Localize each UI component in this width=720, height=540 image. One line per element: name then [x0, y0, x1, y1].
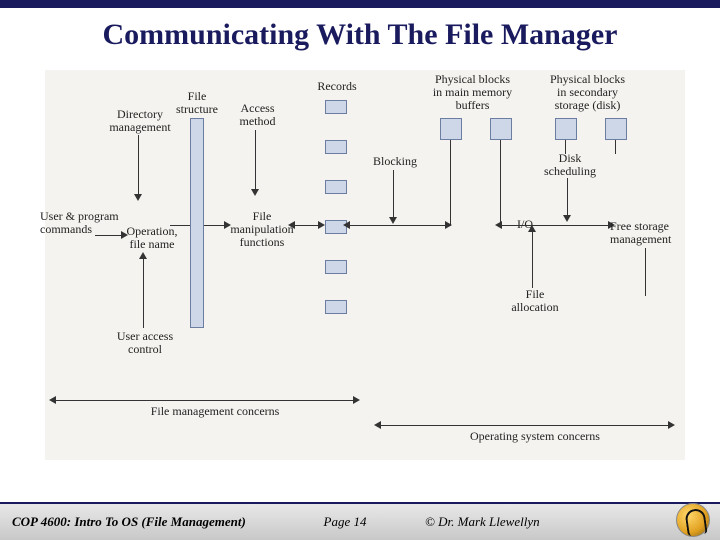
record-box-3 [325, 180, 347, 194]
label-free-storage: Free storagemanagement [610, 220, 690, 246]
os-concerns-line [380, 425, 670, 426]
disk-sched-vline1 [565, 140, 566, 154]
buf-vline-2 [500, 140, 501, 226]
hline-5-arrow-l [343, 221, 350, 229]
hline-4-arrow-r [318, 221, 325, 229]
uac-vline [143, 258, 144, 328]
free-vline [645, 248, 646, 296]
hline-6-arrow-l [495, 221, 502, 229]
buffer-box-1 [440, 118, 462, 140]
diagram-area: Directorymanagement Filestructure Access… [45, 70, 685, 460]
disk-sched-arrow [563, 215, 571, 222]
file-structure-bar [190, 118, 204, 328]
file-alloc-arrow [528, 225, 536, 232]
footer-page: Page 14 [295, 514, 395, 530]
label-user-access: User accesscontrol [105, 330, 185, 356]
footer-course: COP 4600: Intro To OS (File Management) [12, 514, 295, 530]
record-box-2 [325, 140, 347, 154]
label-records: Records [307, 80, 367, 93]
label-op-fname: Operation,file name [117, 225, 187, 251]
record-box-1 [325, 100, 347, 114]
disk-box-1 [555, 118, 577, 140]
label-disk-sched: Diskscheduling [535, 152, 605, 178]
buf-vline-1 [450, 140, 451, 226]
label-file-alloc: Fileallocation [500, 288, 570, 314]
uac-arrow [139, 252, 147, 259]
blocking-vline [393, 170, 394, 218]
record-box-5 [325, 260, 347, 274]
label-phys-sec: Physical blocksin secondarystorage (disk… [535, 73, 640, 113]
blocking-arrow [389, 217, 397, 224]
label-file-manip: Filemanipulationfunctions [223, 210, 301, 250]
label-access-method: Accessmethod [230, 102, 285, 128]
os-concerns-ar [668, 421, 675, 429]
disk-sched-vline2 [615, 140, 616, 154]
fm-concerns-line [55, 400, 355, 401]
footer-copyright: © Dr. Mark Llewellyn [395, 514, 708, 530]
buffer-box-2 [490, 118, 512, 140]
os-concerns-al [374, 421, 381, 429]
label-fm-concerns: File management concerns [115, 405, 315, 418]
label-os-concerns: Operating system concerns [445, 430, 625, 443]
access-arrow [251, 189, 259, 196]
slide-footer: COP 4600: Intro To OS (File Management) … [0, 502, 720, 540]
ucf-logo-icon [676, 503, 710, 537]
hline-2 [170, 225, 190, 226]
label-blocking: Blocking [365, 155, 425, 168]
access-vline [255, 130, 256, 190]
hline-6 [501, 225, 611, 226]
hline-5 [348, 225, 448, 226]
disk-sched-vdown [567, 178, 568, 216]
disk-box-2 [605, 118, 627, 140]
top-accent-bar [0, 0, 720, 8]
dir-mgmt-arrow [134, 194, 142, 201]
label-file-structure: Filestructure [167, 90, 227, 116]
slide-title: Communicating With The File Manager [0, 18, 720, 52]
fm-concerns-ar [353, 396, 360, 404]
file-alloc-vline [532, 230, 533, 288]
fm-concerns-al [49, 396, 56, 404]
dir-mgmt-vline [138, 135, 139, 195]
hline-4-arrow-l [288, 221, 295, 229]
label-phys-main: Physical blocksin main memorybuffers [420, 73, 525, 113]
record-box-6 [325, 300, 347, 314]
